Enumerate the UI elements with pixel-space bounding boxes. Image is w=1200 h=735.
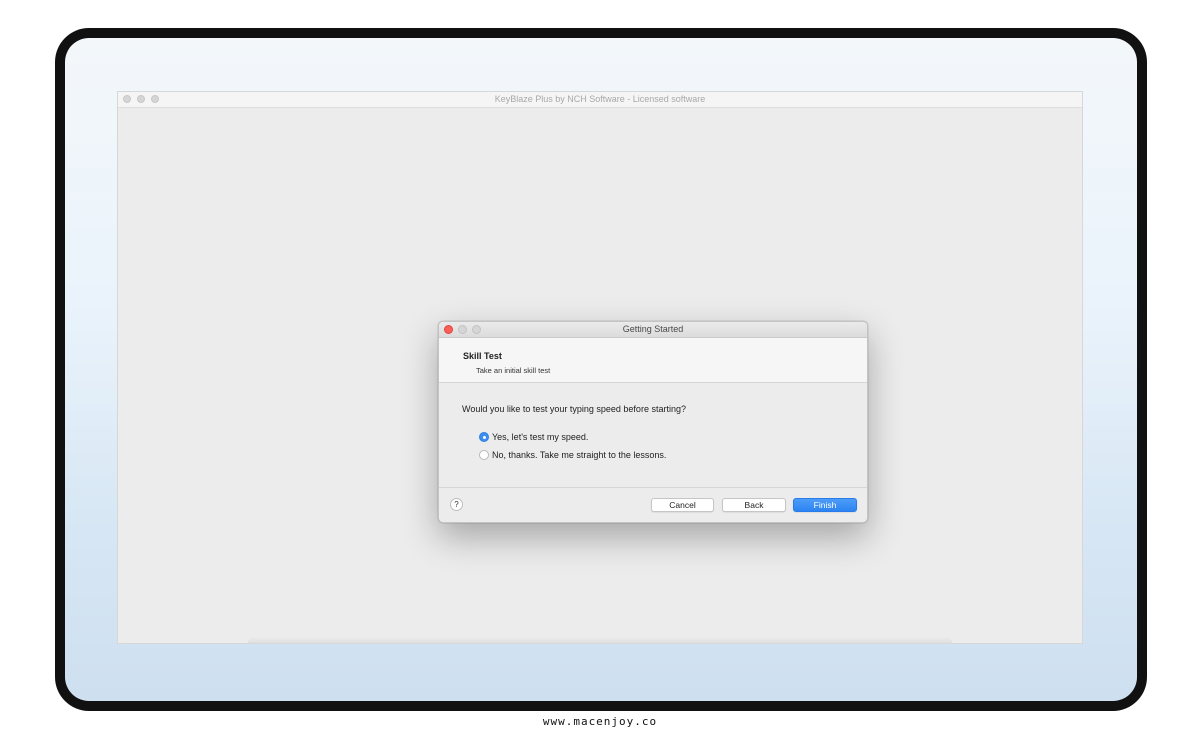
help-button[interactable]: ? xyxy=(450,498,463,511)
finish-button[interactable]: Finish xyxy=(793,498,857,512)
app-bottom-shadow xyxy=(248,637,952,643)
app-window: KeyBlaze Plus by NCH Software - Licensed… xyxy=(117,91,1083,644)
step-heading: Skill Test xyxy=(463,351,502,361)
dialog-title: Getting Started xyxy=(622,324,684,334)
app-titlebar: KeyBlaze Plus by NCH Software - Licensed… xyxy=(118,92,1082,108)
option-skip-to-lessons-label: No, thanks. Take me straight to the less… xyxy=(492,450,667,460)
dialog-header: Skill Test Take an initial skill test xyxy=(439,338,867,383)
watermark-text: www.macenjoy.co xyxy=(542,715,658,728)
dialog-footer: ? Cancel Back Finish xyxy=(439,488,867,522)
getting-started-dialog: Getting Started Skill Test Take an initi… xyxy=(438,321,868,523)
radio-unselected-icon[interactable] xyxy=(479,450,489,460)
dialog-body: Would you like to test your typing speed… xyxy=(439,383,867,488)
back-button[interactable]: Back xyxy=(722,498,786,512)
option-test-speed[interactable]: Yes, let's test my speed. xyxy=(479,432,588,442)
device-frame: KeyBlaze Plus by NCH Software - Licensed… xyxy=(55,28,1147,711)
option-test-speed-label: Yes, let's test my speed. xyxy=(492,432,589,442)
option-skip-to-lessons[interactable]: No, thanks. Take me straight to the less… xyxy=(479,450,666,460)
cancel-button[interactable]: Cancel xyxy=(651,498,714,512)
device-screen: KeyBlaze Plus by NCH Software - Licensed… xyxy=(65,38,1137,701)
dialog-titlebar: Getting Started xyxy=(439,322,867,338)
step-subheading: Take an initial skill test xyxy=(476,366,551,375)
app-window-title: KeyBlaze Plus by NCH Software - Licensed… xyxy=(494,94,706,104)
radio-selected-icon[interactable] xyxy=(479,432,489,442)
question-text: Would you like to test your typing speed… xyxy=(462,404,686,414)
